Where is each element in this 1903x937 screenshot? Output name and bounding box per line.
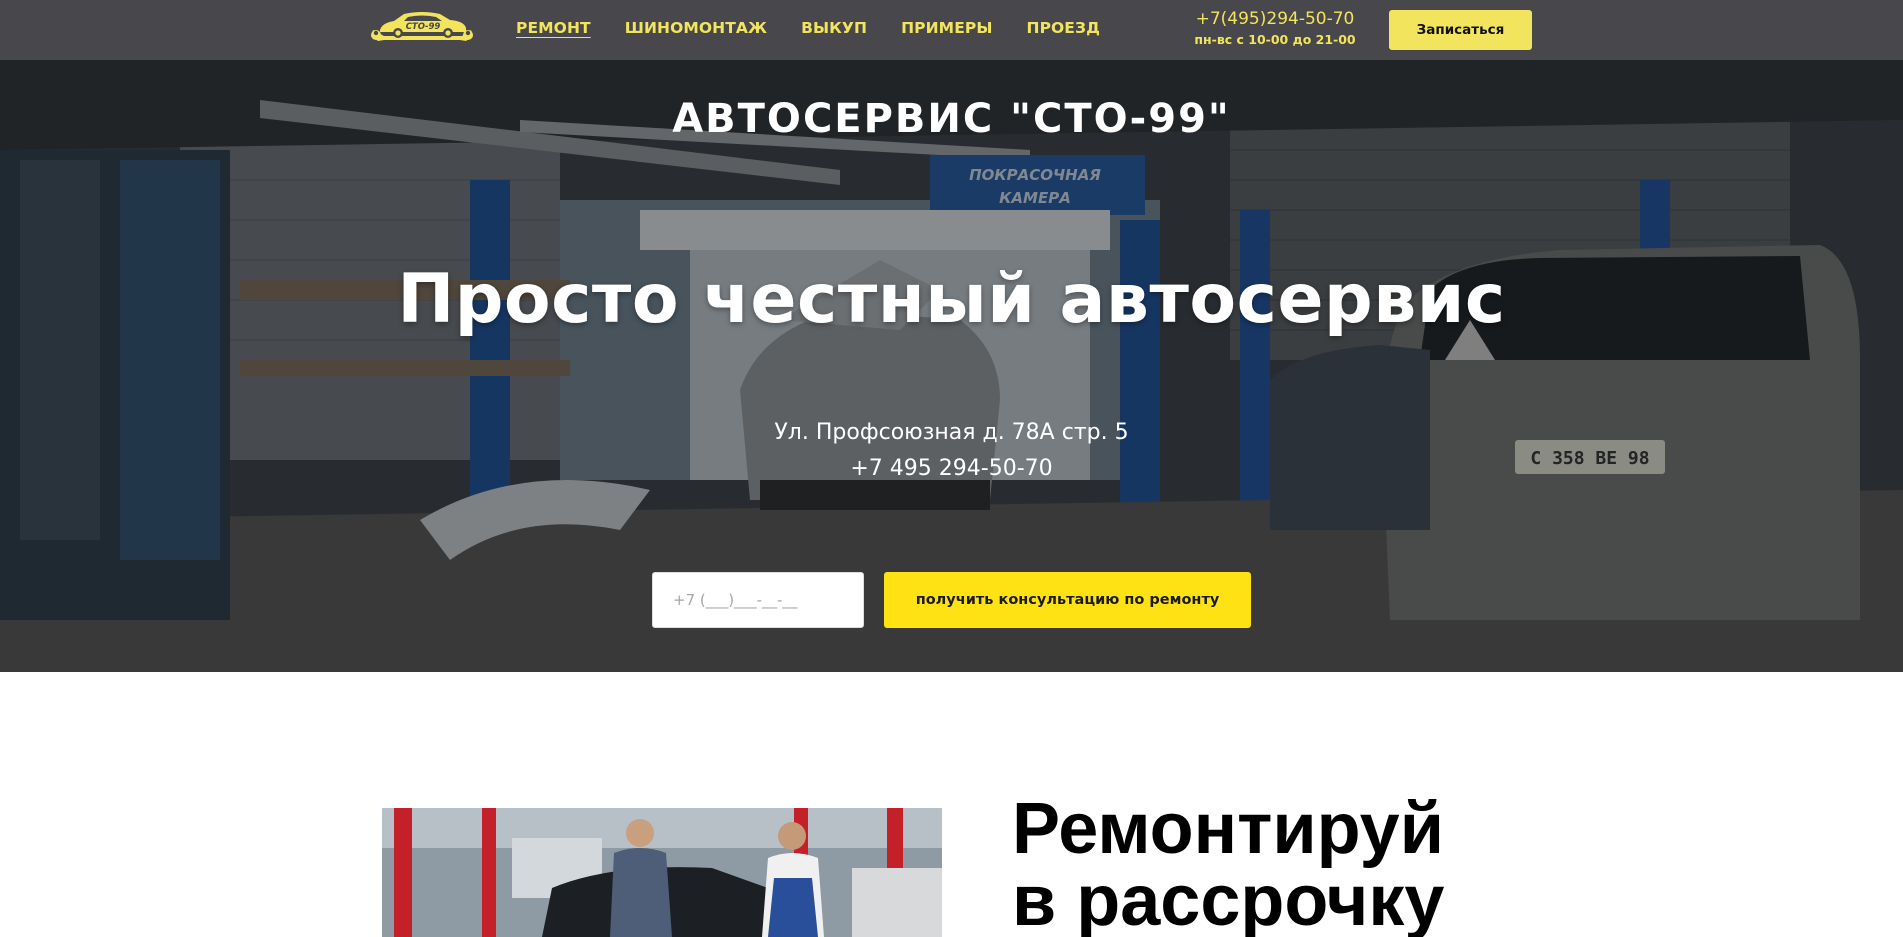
nav-item-directions[interactable]: ПРОЕЗД [1027,19,1101,37]
promo-title-line1: Ремонтируй [1012,789,1444,869]
nav-item-tire-service[interactable]: ШИНОМОНТАЖ [625,19,767,37]
hero-headline: Просто честный автосервис [397,260,1506,339]
logo-text: СТО-99 [406,22,441,32]
nav-item-repair[interactable]: РЕМОНТ [516,19,591,37]
hero-address: Ул. Профсоюзная д. 78А стр. 5 [774,420,1129,445]
header-contact: +7(495)294-50-70 пн-вс с 10-00 до 21-00 [1180,9,1370,47]
main-nav: РЕМОНТ ШИНОМОНТАЖ ВЫКУП ПРИМЕРЫ ПРОЕЗД [516,19,1134,37]
promo-title-line2: в рассрочку [1012,861,1445,937]
promo-title: Ремонтируй в рассрочку [1012,793,1532,937]
nav-item-buyout[interactable]: ВЫКУП [801,19,867,37]
car-wrench-logo-icon[interactable]: СТО-99 [370,10,474,48]
hero-phone[interactable]: +7 495 294-50-70 [0,456,1903,481]
promo-photo [382,808,942,937]
hero-company-title: АВТОСЕРВИС "СТО-99" [672,96,1231,142]
hero-section: ПОКРАСОЧНАЯ КАМЕРА С 358 ВЕ 98 АВТОСЕРВИ… [0,60,1903,672]
consultation-button[interactable]: получить консультацию по ремонту [884,572,1251,628]
site-header: СТО-99 РЕМОНТ ШИНОМОНТАЖ ВЫКУП ПРИМЕРЫ П… [0,0,1903,60]
signup-button[interactable]: Записаться [1389,10,1532,50]
phone-input[interactable] [652,572,864,628]
header-phone[interactable]: +7(495)294-50-70 [1180,9,1370,29]
nav-item-examples[interactable]: ПРИМЕРЫ [901,19,992,37]
header-hours: пн-вс с 10-00 до 21-00 [1194,32,1356,47]
